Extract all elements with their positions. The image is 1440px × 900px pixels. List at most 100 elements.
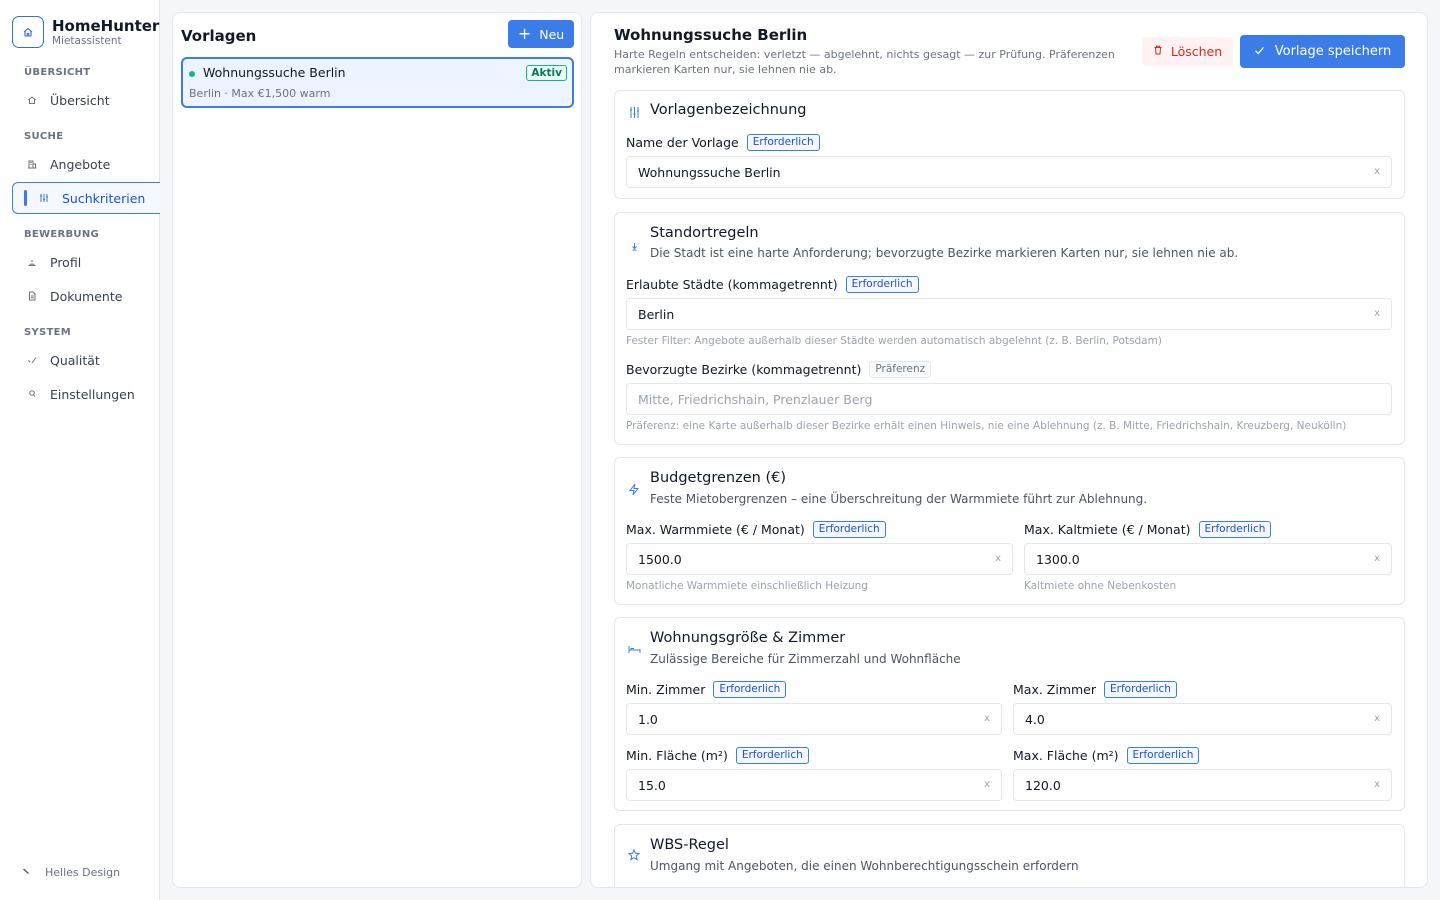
template-name: Wohnungssuche Berlin [203, 65, 346, 80]
required-badge: Erforderlich [1104, 681, 1177, 698]
lightning-icon [627, 482, 641, 496]
file-icon [26, 290, 38, 302]
cities-input[interactable]: Berlin x [626, 298, 1392, 330]
clear-icon[interactable]: x [995, 553, 1001, 564]
required-badge: Erforderlich [713, 681, 787, 698]
max-area-input[interactable]: 120.0 x [1013, 769, 1392, 801]
cold-rent-help: Kaltmiete ohne Nebenkosten [1024, 580, 1177, 592]
section-title: Vorlagenbezeichnung [650, 102, 807, 118]
star-icon [627, 848, 641, 862]
sidebar-item-quality[interactable]: Qualität [12, 344, 160, 376]
sidebar-item-label: Qualität [50, 352, 100, 368]
field-label-text: Erlaubte Städte (kommagetrennt) [626, 277, 838, 292]
brand-name: HomeHunter [52, 16, 160, 35]
check-icon [1254, 45, 1265, 59]
section-title: WBS-Regel [650, 837, 729, 853]
nav-section-system: SYSTEM [24, 327, 72, 338]
field-label-max-area: Max. Fläche (m²) Erforderlich [1013, 747, 1200, 764]
field-label-template-name: Name der Vorlage Erforderlich [626, 134, 820, 151]
field-label-districts: Bevorzugte Bezirke (kommagetrennt) Präfe… [626, 361, 932, 378]
districts-help: Präferenz: eine Karte außerhalb dieser B… [626, 420, 1347, 432]
save-template-button[interactable]: Vorlage speichern [1240, 35, 1405, 68]
moon-icon [22, 867, 31, 879]
settings-icon [26, 388, 38, 400]
nav-section-overview: ÜBERSICHT [24, 67, 91, 78]
field-label-text: Max. Warmmiete (€ / Monat) [626, 522, 805, 537]
map-pin-icon [627, 239, 641, 253]
section-title: Standortregeln [650, 225, 759, 241]
sidebar-item-label: Profil [50, 254, 82, 270]
page-description: Harte Regeln entscheiden: verletzt — abg… [614, 48, 1115, 76]
brand-subtitle: Mietassistent [52, 34, 122, 47]
cities-help: Fester Filter: Angebote außerhalb dieser… [626, 335, 1162, 347]
theme-toggle[interactable]: Helles Design [22, 866, 120, 879]
sidebar-item-overview[interactable]: Übersicht [12, 84, 160, 116]
input-value: 1.0 [638, 711, 658, 727]
new-template-label: Neu [539, 26, 565, 42]
input-value: 1500.0 [638, 551, 682, 567]
section-wbs-rule: WBS-Regel Umgang mit Angeboten, die eine… [614, 824, 1405, 887]
section-template-name: Vorlagenbezeichnung Name der Vorlage Erf… [614, 90, 1405, 199]
field-label-text: Min. Zimmer [626, 682, 706, 697]
clear-icon[interactable]: x [1374, 166, 1380, 177]
min-area-input[interactable]: 15.0 x [626, 769, 1002, 801]
clear-icon[interactable]: x [1374, 553, 1380, 564]
clear-icon[interactable]: x [1374, 779, 1380, 790]
nav-section-search: SUCHE [24, 131, 64, 142]
templates-title: Vorlagen [181, 27, 257, 45]
home-icon [12, 16, 44, 48]
required-badge: Erforderlich [812, 521, 886, 538]
field-label-max-cold-rent: Max. Kaltmiete (€ / Monat) Erforderlich [1024, 521, 1272, 538]
min-rooms-input[interactable]: 1.0 x [626, 703, 1002, 735]
delete-button[interactable]: Löschen [1142, 37, 1233, 66]
new-template-button[interactable]: + Neu [508, 20, 574, 48]
section-subtitle: Die Stadt ist eine harte Anforderung; be… [650, 246, 1239, 260]
section-budget: Budgetgrenzen (€) Feste Mietobergrenzen … [614, 457, 1405, 605]
max-cold-rent-input[interactable]: 1300.0 x [1024, 543, 1392, 575]
input-value: 1300.0 [1036, 551, 1080, 567]
field-label-text: Name der Vorlage [626, 135, 739, 150]
field-label-max-warm-rent: Max. Warmmiete (€ / Monat) Erforderlich [626, 521, 886, 538]
clear-icon[interactable]: x [984, 713, 990, 724]
sidebar-item-settings[interactable]: Einstellungen [12, 378, 160, 410]
sidebar-item-label: Einstellungen [50, 386, 135, 402]
clear-icon[interactable]: x [1374, 308, 1380, 319]
sidebar-item-documents[interactable]: Dokumente [12, 280, 160, 312]
input-value: Wohnungssuche Berlin [638, 164, 781, 180]
sidebar-item-label: Übersicht [50, 92, 110, 108]
field-label-min-rooms: Min. Zimmer Erforderlich [626, 681, 787, 698]
template-meta: Berlin · Max €1,500 warm [189, 87, 331, 100]
template-card[interactable]: Wohnungssuche Berlin Berlin · Max €1,500… [181, 57, 574, 108]
trash-icon [1153, 45, 1163, 58]
sidebar-item-profile[interactable]: Profil [12, 246, 160, 278]
clear-icon[interactable]: x [984, 779, 990, 790]
home-icon [26, 94, 38, 106]
brand[interactable]: HomeHunter Mietassistent [12, 16, 159, 48]
section-title: Budgetgrenzen (€) [650, 470, 786, 486]
sidebar-item-search-criteria[interactable]: Suchkriterien [12, 182, 160, 214]
input-placeholder: Mitte, Friedrichshain, Prenzlauer Berg [638, 391, 873, 407]
clear-icon[interactable]: x [1374, 713, 1380, 724]
required-badge: Erforderlich [845, 276, 919, 293]
field-label-text: Max. Kaltmiete (€ / Monat) [1024, 522, 1191, 537]
districts-input[interactable]: Mitte, Friedrichshain, Prenzlauer Berg [626, 383, 1392, 415]
max-warm-rent-input[interactable]: 1500.0 x [626, 543, 1013, 575]
bed-icon [627, 642, 641, 656]
template-editor: Wohnungssuche Berlin Harte Regeln entsch… [590, 12, 1428, 888]
field-label-text: Max. Fläche (m²) [1013, 748, 1119, 763]
max-rooms-input[interactable]: 4.0 x [1013, 703, 1392, 735]
required-badge: Erforderlich [735, 747, 809, 764]
field-label-text: Max. Zimmer [1013, 682, 1097, 697]
template-name-input[interactable]: Wohnungssuche Berlin x [626, 156, 1392, 188]
sidebar-item-offers[interactable]: Angebote [12, 148, 160, 180]
section-location-rules: Standortregeln Die Stadt ist eine harte … [614, 212, 1405, 445]
field-label-text: Bevorzugte Bezirke (kommagetrennt) [626, 362, 862, 377]
section-subtitle: Umgang mit Angeboten, die einen Wohnbere… [650, 859, 1079, 873]
field-label-max-rooms: Max. Zimmer Erforderlich [1013, 681, 1177, 698]
status-badge: Aktiv [526, 65, 567, 81]
required-badge: Erforderlich [1198, 521, 1272, 538]
theme-toggle-label: Helles Design [45, 866, 121, 879]
field-label-min-area: Min. Fläche (m²) Erforderlich [626, 747, 809, 764]
field-label-cities: Erlaubte Städte (kommagetrennt) Erforder… [626, 276, 919, 293]
page-title: Wohnungssuche Berlin [614, 26, 808, 44]
